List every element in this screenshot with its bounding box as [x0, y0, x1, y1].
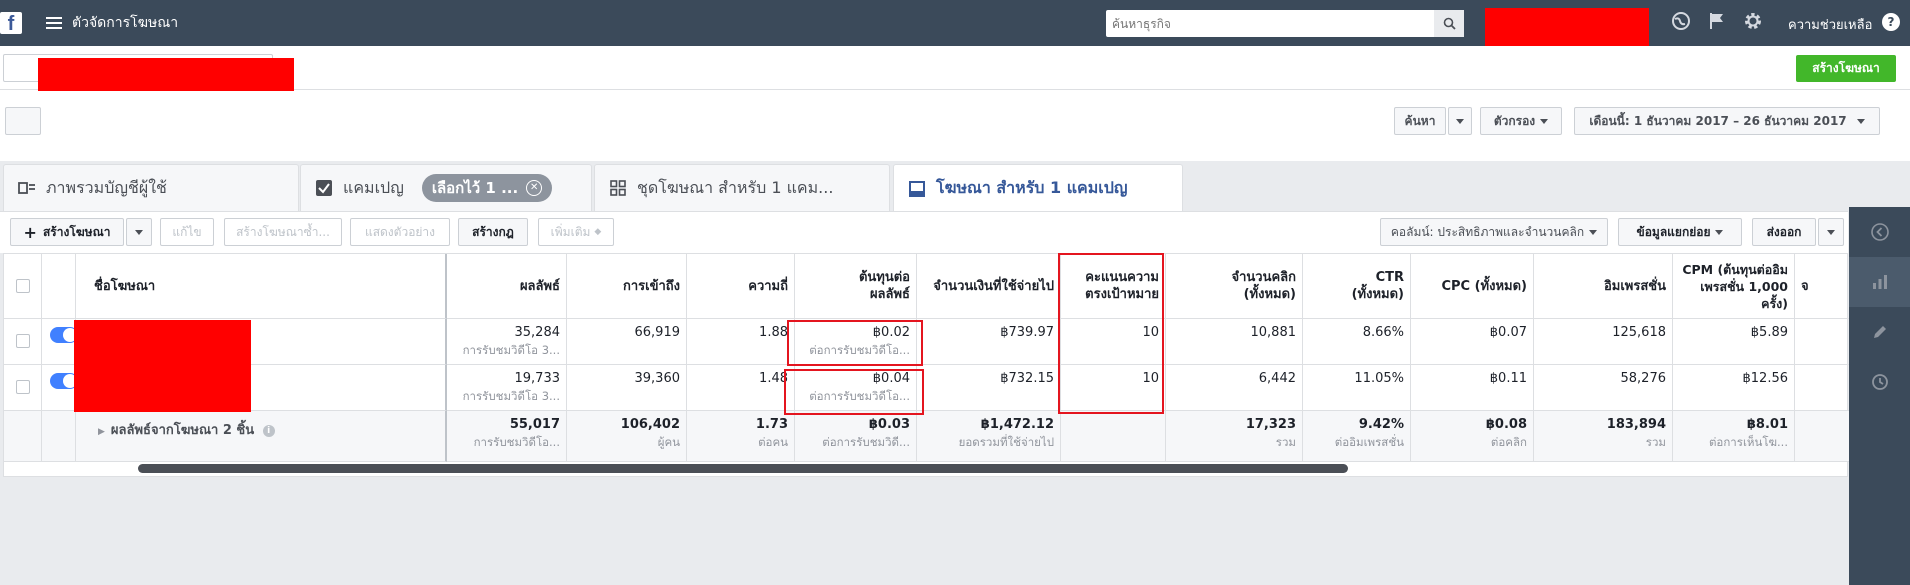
help-icon[interactable]: ? — [1882, 13, 1900, 31]
collapse-icon[interactable] — [1849, 207, 1910, 257]
search-input[interactable] — [1106, 10, 1434, 37]
search-icon[interactable] — [1434, 10, 1464, 37]
redacted-ad-names — [74, 320, 251, 412]
search-button[interactable]: ค้นหา — [1394, 107, 1446, 135]
expand-icon[interactable]: ▶ — [98, 427, 105, 437]
column-header-cpm[interactable]: CPM (ต้นทุนต่ออิมเพรสชั่น 1,000 ครั้ง) — [1673, 254, 1795, 319]
business-search — [1106, 10, 1464, 37]
tab-account-overview[interactable]: ภาพรวมบัญชีผู้ใช้ — [3, 164, 299, 211]
grid-icon — [609, 180, 627, 196]
create-options-button[interactable] — [126, 218, 152, 246]
more-button[interactable]: เพิ่มเติม ◆ — [538, 218, 614, 246]
app-title[interactable]: ตัวจัดการโฆษณา — [72, 12, 178, 34]
selection-pill[interactable]: เลือกไว้ 1 ... ✕ — [421, 174, 553, 202]
tab-ad-sets[interactable]: ชุดโฆษณา สำหรับ 1 แคม... — [594, 164, 890, 211]
duplicate-button[interactable]: สร้างโฆษณาซ้ำ... — [224, 218, 342, 246]
plus-icon: + — [23, 222, 37, 242]
edit-button[interactable]: แก้ไข — [160, 218, 214, 246]
column-header-frequency[interactable]: ความถี่ — [687, 254, 795, 319]
table-toolbar: + สร้างโฆษณา แก้ไข สร้างโฆษณาซ้ำ... แสดงต… — [0, 211, 1848, 253]
create-ad-dropdown-button[interactable]: + สร้างโฆษณา — [10, 218, 124, 246]
side-panel — [1849, 207, 1910, 585]
column-header-relevance-score[interactable]: คะแนนความตรงเป้าหมาย — [1061, 254, 1166, 319]
chevron-down-icon — [1715, 229, 1724, 235]
select-all-checkbox[interactable] — [16, 279, 30, 293]
column-header-impressions[interactable]: อิมเพรสชั่น — [1534, 254, 1673, 319]
column-header-cost-per-result[interactable]: ต้นทุนต่อผลลัพธ์ — [795, 254, 917, 319]
view-toggle-button[interactable] — [5, 107, 41, 135]
totals-label: ผลลัพธ์จากโฆษณา 2 ชิ้น — [110, 423, 255, 438]
chart-icon[interactable] — [1849, 257, 1910, 307]
tab-campaigns[interactable]: แคมเปญ เลือกไว้ 1 ... ✕ — [300, 164, 592, 211]
tab-label: แคมเปญ — [343, 177, 404, 197]
column-header-ctr[interactable]: CTR (ทั้งหมด) — [1303, 254, 1411, 319]
updown-icon: ◆ — [594, 227, 602, 237]
chevron-down-icon — [1589, 229, 1598, 235]
ad-toggle[interactable] — [50, 373, 75, 389]
info-icon[interactable]: i — [262, 424, 275, 437]
column-header-clicks[interactable]: จำนวนคลิก (ทั้งหมด) — [1166, 254, 1303, 319]
chevron-down-icon — [1540, 118, 1549, 124]
chevron-down-icon — [1856, 118, 1865, 124]
top-icons — [1670, 10, 1764, 32]
column-header-ad-name[interactable]: ชื่อโฆษณา — [76, 254, 447, 319]
column-header-amount-spent[interactable]: จำนวนเงินที่ใช้จ่ายไป — [917, 254, 1061, 319]
export-options-button[interactable] — [1818, 218, 1844, 246]
export-button[interactable]: ส่งออก — [1752, 218, 1816, 246]
column-header-reach[interactable]: การเข้าถึง — [567, 254, 687, 319]
column-header-results[interactable]: ผลลัพธ์ — [447, 254, 567, 319]
tab-label: โฆษณา สำหรับ 1 แคมเปญ — [936, 178, 1128, 197]
checkbox-icon — [315, 180, 333, 196]
tab-label: ชุดโฆษณา สำหรับ 1 แคม... — [637, 177, 834, 197]
row-checkbox[interactable] — [16, 380, 30, 394]
table-row — [4, 319, 42, 365]
preview-button[interactable]: แสดงตัวอย่าง — [350, 218, 450, 246]
facebook-logo-icon[interactable]: f — [0, 12, 22, 35]
help-link[interactable]: ความช่วยเหลือ — [1788, 14, 1872, 35]
ads-table: ชื่อโฆษณา ผลลัพธ์ การเข้าถึง ความถี่ ต้น… — [3, 253, 1849, 477]
globe-icon[interactable] — [1670, 10, 1692, 32]
column-header-more[interactable]: จ — [1795, 254, 1849, 319]
tab-label: ภาพรวมบัญชีผู้ใช้ — [46, 177, 167, 197]
flag-icon[interactable] — [1706, 10, 1728, 32]
search-dropdown-button[interactable] — [1448, 107, 1472, 135]
menu-icon[interactable] — [46, 17, 62, 29]
close-icon[interactable]: ✕ — [526, 180, 543, 196]
search-label: ค้นหา — [1404, 113, 1436, 128]
account-overview-icon — [18, 180, 36, 196]
columns-dropdown[interactable]: คอลัมน์: ประสิทธิภาพและจำนวนคลิก — [1380, 218, 1608, 246]
ad-icon — [908, 180, 926, 197]
horizontal-scrollbar[interactable] — [138, 464, 1348, 473]
create-ad-button[interactable]: สร้างโฆษณา — [1796, 55, 1896, 82]
breakdown-dropdown[interactable]: ข้อมูลแยกย่อย — [1618, 218, 1742, 246]
table-row — [4, 365, 42, 411]
filters-button[interactable]: ตัวกรอง — [1480, 107, 1562, 135]
history-icon[interactable] — [1849, 357, 1910, 407]
ad-toggle[interactable] — [50, 327, 75, 343]
row-checkbox[interactable] — [16, 334, 30, 348]
date-range-picker[interactable]: เดือนนี้: 1 ธันวาคม 2017 – 26 ธันวาคม 20… — [1574, 107, 1880, 135]
gear-icon[interactable] — [1742, 10, 1764, 32]
level-tabs: ภาพรวมบัญชีผู้ใช้ แคมเปญ เลือกไว้ 1 ... ✕… — [0, 161, 1910, 212]
create-rule-button[interactable]: สร้างกฎ — [458, 218, 528, 246]
controls-bar: ค้นหา ตัวกรอง เดือนนี้: 1 ธันวาคม 2017 –… — [0, 91, 1910, 161]
tab-ads[interactable]: โฆษณา สำหรับ 1 แคมเปญ — [893, 164, 1183, 212]
column-header-cpc[interactable]: CPC (ทั้งหมด) — [1411, 254, 1534, 319]
pencil-icon[interactable] — [1849, 307, 1910, 357]
